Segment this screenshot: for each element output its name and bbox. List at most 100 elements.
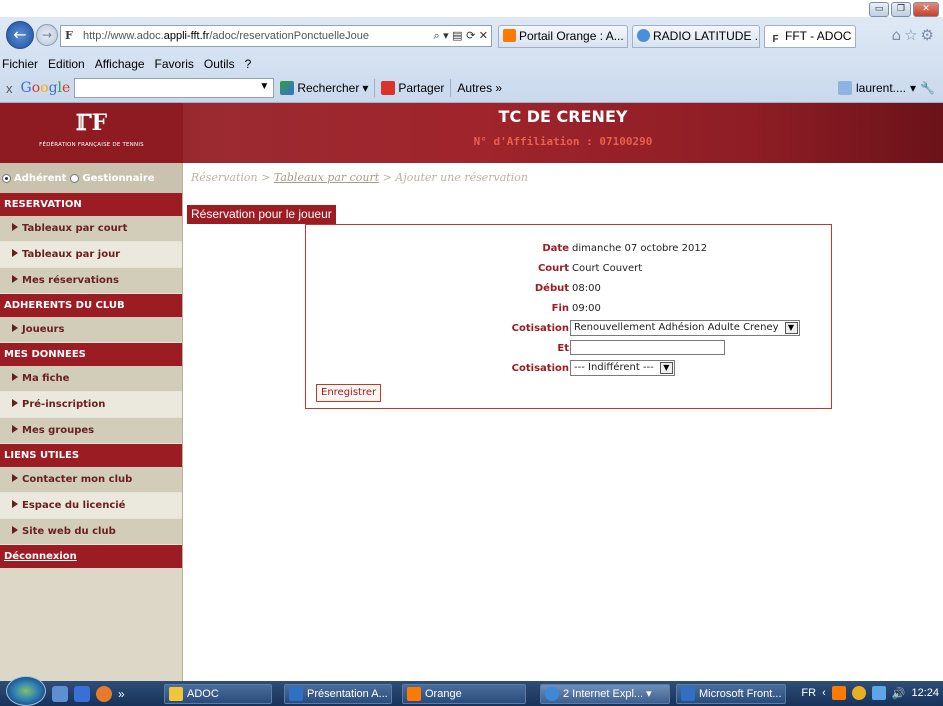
maximize-button[interactable]: ❐ (891, 2, 911, 17)
section-liens-utiles: LIENS UTILES (0, 444, 182, 467)
triangle-right-icon (12, 275, 18, 283)
row-debut: Début 08:00 (306, 279, 831, 299)
menu-edition[interactable]: Edition (43, 55, 90, 73)
taskbar-item-ie[interactable]: 2 Internet Expl... ▾ (540, 684, 670, 704)
panel-title: Réservation pour le joueur (187, 205, 336, 224)
start-button[interactable] (6, 675, 46, 706)
radio-icon (70, 173, 80, 183)
chevron-down-icon[interactable]: ▼ (259, 81, 269, 92)
close-window-button[interactable]: ✕ (913, 2, 939, 17)
show-desktop-icon[interactable] (52, 685, 68, 702)
role-selector: Adhérent Gestionnaire (0, 163, 182, 193)
taskbar-item-orange[interactable]: Orange (402, 684, 526, 704)
toolbar-close-icon[interactable]: x (6, 81, 13, 96)
sidebar-item-ma-fiche[interactable]: Ma fiche (0, 366, 182, 392)
triangle-right-icon (12, 474, 18, 482)
sidebar-item-mes-groupes[interactable]: Mes groupes (0, 418, 182, 444)
address-actions-icon[interactable]: ⌕ ▾ ▤ ⟳ ✕ (431, 29, 492, 43)
sidebar-item-site-web[interactable]: Site web du club (0, 519, 182, 545)
taskbar-item-presentation[interactable]: Présentation A... (284, 684, 392, 704)
tab-radio-latitude[interactable]: RADIO LATITUDE ... (632, 25, 760, 48)
chevron-left-icon[interactable]: ‹ (822, 687, 826, 699)
fft-logo-icon: ℾF (75, 110, 108, 136)
chevron-down-icon[interactable]: ▼ (784, 322, 798, 334)
taskbar-item-frontpage[interactable]: Microsoft Front... (676, 684, 786, 704)
et-input[interactable] (570, 340, 725, 355)
cotisation-2-select[interactable]: --- Indifférent --- ▼ (570, 360, 675, 376)
share-button[interactable]: Partager (381, 81, 444, 95)
sidebar-item-espace-licencie[interactable]: Espace du licencié (0, 493, 182, 519)
fft-logo: ℾF Fédération Française de Tennis (0, 103, 183, 163)
system-tray: FR ‹ 🔊 12:24 (801, 686, 939, 700)
role-adherent-radio[interactable]: Adhérent (2, 173, 66, 184)
google-search-input[interactable]: ▼ (74, 78, 275, 98)
triangle-right-icon (12, 526, 18, 534)
network-icon[interactable] (871, 686, 886, 700)
explorer-icon[interactable] (74, 685, 90, 702)
row-court: Court Court Couvert (306, 259, 831, 279)
row-fin: Fin 09:00 (306, 299, 831, 319)
sidebar-item-contacter-club[interactable]: Contacter mon club (0, 467, 182, 493)
search-icon (280, 81, 295, 95)
logout-link[interactable]: Déconnexion (0, 545, 182, 568)
star-icon[interactable]: ☆ (904, 26, 920, 44)
header-banner: ℾF Fédération Française de Tennis TC DE … (0, 103, 943, 163)
firefox-icon[interactable] (96, 685, 112, 702)
row-cotisation-2: Cotisation --- Indifférent --- ▼ (306, 359, 831, 379)
google-search-button[interactable]: Rechercher ▾ (280, 81, 368, 95)
sidebar-item-tableaux-par-jour[interactable]: Tableaux par jour (0, 242, 182, 268)
clock[interactable]: 12:24 (911, 687, 939, 699)
language-indicator[interactable]: FR (801, 687, 816, 699)
court-value: Court Couvert (572, 263, 643, 274)
menu-favoris[interactable]: Favoris (150, 55, 199, 73)
menu-affichage[interactable]: Affichage (90, 55, 150, 73)
breadcrumb-link-tableaux[interactable]: Tableaux par court (274, 171, 379, 184)
menu-fichier[interactable]: Fichier (0, 55, 43, 73)
menu-bar: Fichier Edition Affichage Favoris Outils? (0, 55, 943, 73)
app-icon (289, 687, 303, 701)
google-user-menu[interactable]: laurent.... ▾ 🔧 (837, 81, 935, 95)
back-arrow-icon: ← (13, 25, 27, 44)
breadcrumb: Réservation > Tableaux par court > Ajout… (191, 171, 528, 184)
taskbar-item-adoc[interactable]: ADOC (164, 684, 272, 704)
row-et: Et (306, 339, 831, 359)
others-button[interactable]: Autres » (457, 81, 502, 95)
triangle-right-icon (12, 425, 18, 433)
home-star-gear-icons[interactable]: ⌂☆⚙ (892, 26, 937, 44)
google-toolbar: x Google ▼ Rechercher ▾ Partager Autres … (0, 74, 943, 102)
row-date: Date dimanche 07 octobre 2012 (306, 239, 831, 259)
tab-fft-adoc[interactable]: FFFT - ADOC - E...× (764, 25, 856, 48)
gear-icon[interactable]: ⚙ (921, 26, 937, 44)
orange-tray-icon[interactable] (831, 686, 846, 700)
fin-value: 09:00 (572, 303, 601, 314)
forward-button[interactable]: → (36, 24, 58, 46)
chevron-down-icon[interactable]: ▼ (659, 362, 673, 374)
date-label: Date (542, 243, 569, 254)
fft-favicon-icon: F (65, 29, 73, 42)
tab-portail-orange[interactable]: Portail Orange : A... (498, 25, 628, 48)
save-button[interactable]: Enregistrer (316, 384, 382, 402)
menu-outils[interactable]: Outils (199, 55, 240, 73)
chevron-right-icon[interactable]: » (118, 687, 125, 701)
sidebar-item-pre-inscription[interactable]: Pré-inscription (0, 392, 182, 418)
menu-help[interactable]: ? (240, 55, 257, 73)
cotisation-2-label: Cotisation (511, 363, 569, 374)
alert-icon[interactable] (851, 686, 866, 700)
sidebar-item-joueurs[interactable]: Joueurs (0, 317, 182, 343)
sidebar-item-mes-reservations[interactable]: Mes réservations (0, 268, 182, 294)
sidebar-item-tableaux-par-court[interactable]: Tableaux par court (0, 216, 182, 242)
minimize-button[interactable]: ▭ (869, 2, 889, 17)
avatar (837, 81, 852, 95)
volume-icon[interactable]: 🔊 (892, 687, 906, 700)
browser-chrome: ▭ ❐ ✕ ← → F http://www.adoc.appli-fft.fr… (0, 2, 943, 103)
triangle-right-icon (12, 324, 18, 332)
home-icon[interactable]: ⌂ (892, 26, 905, 44)
address-bar[interactable]: F http://www.adoc.appli-fft.fr/adoc/rese… (60, 25, 492, 47)
cotisation-select[interactable]: Renouvellement Adhésion Adulte Creney ▼ (570, 320, 800, 336)
url-text[interactable]: http://www.adoc.appli-fft.fr/adoc/reserv… (83, 30, 431, 42)
reservation-form: Date dimanche 07 octobre 2012 Court Cour… (305, 224, 832, 409)
role-gestionnaire-radio[interactable]: Gestionnaire (70, 173, 155, 184)
app-icon (407, 687, 421, 701)
wrench-icon[interactable]: 🔧 (920, 81, 935, 95)
back-button[interactable]: ← (6, 21, 34, 49)
